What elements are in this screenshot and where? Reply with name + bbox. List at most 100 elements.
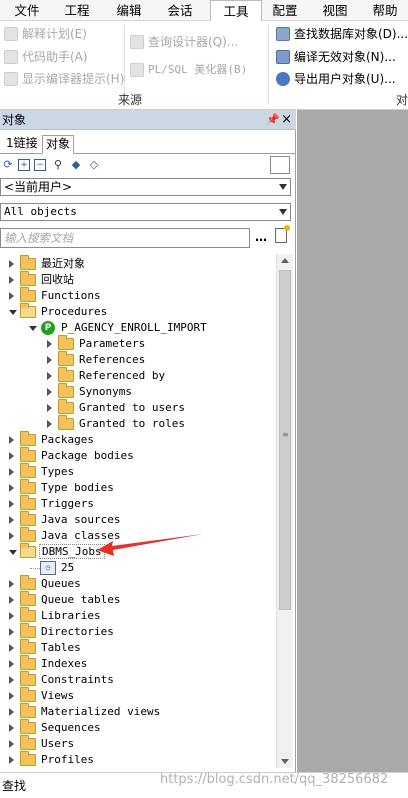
compiler-hints-button[interactable]: 显示编译器提示(H)	[4, 70, 124, 88]
chevron-down-icon	[279, 184, 287, 190]
expander-icon[interactable]	[47, 340, 52, 348]
expander-icon[interactable]	[9, 580, 14, 588]
expander-icon[interactable]	[9, 532, 14, 540]
toolbar-box[interactable]	[270, 156, 290, 174]
compile-invalid-button[interactable]: 编译无效对象(N)...	[276, 48, 396, 66]
expander-icon[interactable]	[9, 436, 14, 444]
expander-icon[interactable]	[9, 612, 14, 620]
annotation-arrow-icon	[97, 534, 203, 556]
expander-icon[interactable]	[9, 500, 14, 508]
refresh-icon[interactable]: ⟳	[2, 159, 14, 171]
add-icon[interactable]: +	[18, 159, 30, 171]
folder-icon	[20, 719, 36, 734]
menu-help[interactable]: 帮助	[366, 0, 404, 21]
expander-icon[interactable]	[9, 550, 17, 555]
folder-icon	[58, 399, 74, 414]
expander-icon[interactable]	[9, 276, 14, 284]
expander-icon[interactable]	[47, 372, 52, 380]
scroll-up-icon[interactable]	[281, 258, 289, 263]
find-db-objects-icon	[276, 27, 290, 41]
plsql-beautifier-button[interactable]: PL/SQL 美化器(B)	[130, 61, 247, 79]
folder-icon	[20, 287, 36, 302]
query-designer-button[interactable]: 查询设计器(Q)...	[130, 33, 238, 51]
tree-scrollbar[interactable]: ≡	[276, 254, 293, 768]
export-user-objects-button[interactable]: 导出用户对象(U)...	[276, 70, 396, 88]
expander-icon[interactable]	[9, 692, 14, 700]
filter-edit-icon[interactable]: ◇	[88, 159, 100, 171]
new-document-icon[interactable]	[275, 225, 290, 243]
folder-icon	[20, 703, 36, 718]
expander-icon[interactable]	[9, 644, 14, 652]
find-icon[interactable]: ⚲	[52, 159, 64, 171]
folder-icon	[20, 751, 36, 766]
compiler-hints-icon	[4, 72, 18, 86]
remove-icon[interactable]: −	[34, 159, 46, 171]
expander-icon[interactable]	[9, 468, 14, 476]
explain-plan-button[interactable]: 解释计划(E)	[4, 25, 87, 43]
expander-icon[interactable]	[9, 292, 14, 300]
expander-icon[interactable]	[9, 452, 14, 460]
expander-icon[interactable]	[47, 388, 52, 396]
tree-item-label: Sequences	[41, 721, 101, 734]
compiler-hints-label: 显示编译器提示(H)	[22, 72, 125, 86]
folder-icon	[58, 367, 74, 382]
expander-icon[interactable]	[9, 484, 14, 492]
code-assistant-button[interactable]: 代码助手(A)	[4, 48, 88, 66]
folder-icon	[58, 383, 74, 398]
menu-view[interactable]: 视图	[316, 0, 354, 21]
procedure-icon: P	[41, 321, 55, 335]
panel-title: 对象	[2, 113, 27, 127]
more-icon[interactable]: …	[255, 231, 267, 243]
search-input[interactable]: 输入搜索文档	[0, 228, 250, 248]
menu-bar: 文件 工程 编辑 会话 工具 配置 视图 帮助	[0, 0, 408, 22]
expander-icon[interactable]	[9, 310, 17, 315]
tree-item-label: Types	[41, 465, 75, 478]
menu-config[interactable]: 配置	[266, 0, 304, 21]
menu-project[interactable]: 工程	[58, 0, 96, 21]
menu-tools[interactable]: 工具	[210, 0, 262, 22]
tree-item-label: Views	[41, 689, 75, 702]
tree-item-label: Libraries	[41, 609, 101, 622]
expander-icon[interactable]	[47, 420, 52, 428]
pin-icon[interactable]: 📌	[266, 113, 280, 127]
tree-item-label: Tables	[41, 641, 81, 654]
filter-icon[interactable]: ◆	[70, 159, 82, 171]
ribbon-group-label-2: 对	[396, 93, 408, 107]
user-combo[interactable]: <当前用户>	[0, 178, 291, 196]
export-user-objects-label: 导出用户对象(U)...	[294, 72, 396, 86]
tree-item-label: Triggers	[41, 497, 94, 510]
close-icon[interactable]: ×	[281, 112, 292, 128]
expander-icon[interactable]	[9, 516, 14, 524]
menu-session[interactable]: 会话	[160, 0, 200, 21]
folder-icon	[20, 447, 36, 462]
expander-icon[interactable]	[9, 596, 14, 604]
tree-item-label: Materialized views	[41, 705, 161, 718]
expander-icon[interactable]	[29, 326, 37, 331]
expander-icon[interactable]	[47, 404, 52, 412]
expander-icon[interactable]	[9, 260, 14, 268]
expander-icon[interactable]	[9, 708, 14, 716]
expander-icon[interactable]	[47, 356, 52, 364]
expander-icon[interactable]	[9, 724, 14, 732]
find-db-objects-label: 查找数据库对象(D)...	[294, 27, 408, 41]
plsql-beautifier-label: PL/SQL 美化器(B)	[148, 63, 248, 76]
editor-area[interactable]	[297, 110, 408, 772]
folder-icon	[20, 655, 36, 670]
expander-icon[interactable]	[9, 676, 14, 684]
expander-icon[interactable]	[9, 756, 14, 764]
tab-links[interactable]: 1链接	[3, 135, 41, 154]
menu-edit[interactable]: 编辑	[110, 0, 148, 21]
tree-item-label: Users	[41, 737, 75, 750]
menu-file[interactable]: 文件	[8, 0, 46, 21]
folder-icon	[20, 463, 36, 478]
expander-icon[interactable]	[9, 660, 14, 668]
find-db-objects-button[interactable]: 查找数据库对象(D)...	[276, 25, 408, 43]
scroll-down-icon[interactable]	[281, 759, 289, 764]
tree-item-label: Granted to roles	[79, 417, 185, 430]
expander-icon[interactable]	[9, 740, 14, 748]
scroll-thumb[interactable]: ≡	[279, 270, 291, 610]
expander-icon[interactable]	[9, 628, 14, 636]
tree-item-label: Profiles	[41, 753, 94, 766]
filter-combo[interactable]: All objects	[0, 203, 291, 221]
tab-objects[interactable]: 对象	[42, 135, 75, 154]
